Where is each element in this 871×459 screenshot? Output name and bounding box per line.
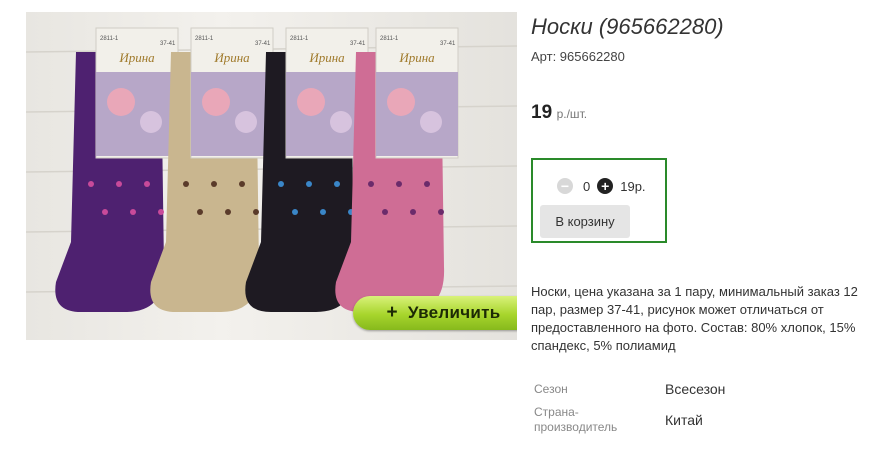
property-value: Китай	[665, 412, 703, 428]
sock-motif	[158, 209, 164, 215]
brand-label: Ирина	[118, 50, 155, 65]
label-code: 2811-1	[290, 36, 309, 42]
product-photo[interactable]: Ирина 2811-1 37-41 Ирина 2811-1 37-41 Ирина 281…	[26, 12, 517, 340]
label-floral	[96, 72, 178, 156]
label-code: 2811-1	[380, 36, 399, 42]
sock-motif	[438, 209, 444, 215]
plus-circle-icon[interactable]: +	[597, 178, 614, 194]
add-to-cart-box: − 0 + 19р. В корзину	[531, 158, 667, 243]
label-size: 37-41	[350, 41, 366, 47]
label-size: 37-41	[440, 41, 456, 47]
label-size: 37-41	[160, 41, 176, 47]
property-label: Сезон	[534, 382, 568, 396]
product-title: Носки (965662280)	[531, 14, 724, 39]
label-floral	[191, 72, 273, 156]
cart-total: 19р.	[620, 178, 646, 194]
sock-motif	[382, 209, 388, 215]
label-code: 2811-1	[100, 36, 119, 42]
label-floral	[376, 72, 458, 156]
sock-motif	[320, 209, 326, 215]
product-price: 19 р./шт.	[531, 102, 587, 124]
label-flower	[235, 111, 257, 133]
label-flower	[387, 88, 415, 116]
quantity-value: 0	[583, 178, 591, 194]
brand-label: Ирина	[213, 50, 250, 65]
label-flower	[330, 111, 352, 133]
label-flower	[107, 88, 135, 116]
property-value: Всесезон	[665, 381, 726, 397]
quantity-stepper: − 0 + 19р.	[557, 177, 646, 195]
product-description: Носки, цена указана за 1 пару, минимальн…	[531, 284, 858, 353]
sock-motif	[253, 209, 259, 215]
label-size: 37-41	[255, 41, 271, 47]
label-code: 2811-1	[195, 36, 214, 42]
sock-motif	[197, 209, 203, 215]
zoom-button[interactable]: + Увеличить	[353, 296, 517, 330]
socks-image: Ирина 2811-1 37-41 Ирина 2811-1 37-41 Ирина 281…	[26, 27, 517, 312]
add-to-cart-button[interactable]: В корзину	[540, 205, 630, 238]
brand-label: Ирина	[308, 50, 345, 65]
plus-icon: +	[386, 302, 398, 323]
sock-motif	[239, 181, 245, 187]
property-label: Страна-производитель	[534, 405, 618, 434]
sock-motif	[306, 181, 312, 187]
product-sku: Арт: 965662280	[531, 49, 625, 64]
brand-label: Ирина	[398, 50, 435, 65]
sock-motif	[183, 181, 189, 187]
label-flower	[202, 88, 230, 116]
sock-motif	[368, 181, 374, 187]
sock-motif	[116, 181, 122, 187]
sock-motif	[130, 209, 136, 215]
price-unit: р./шт.	[556, 107, 588, 121]
sock-motif	[102, 209, 108, 215]
label-flower	[420, 111, 442, 133]
label-flower	[140, 111, 162, 133]
sock-motif	[211, 181, 217, 187]
sock-motif	[144, 181, 150, 187]
zoom-button-label: Увеличить	[407, 303, 501, 322]
sock-motif	[88, 181, 94, 187]
sock-motif	[424, 181, 430, 187]
sock-motif	[278, 181, 284, 187]
sock-motif	[292, 209, 298, 215]
sock-motif	[396, 181, 402, 187]
label-flower	[297, 88, 325, 116]
sock-motif	[225, 209, 231, 215]
price-value: 19	[531, 102, 553, 123]
sock-motif	[334, 181, 340, 187]
minus-icon[interactable]: −	[557, 178, 573, 194]
sock-motif	[410, 209, 416, 215]
